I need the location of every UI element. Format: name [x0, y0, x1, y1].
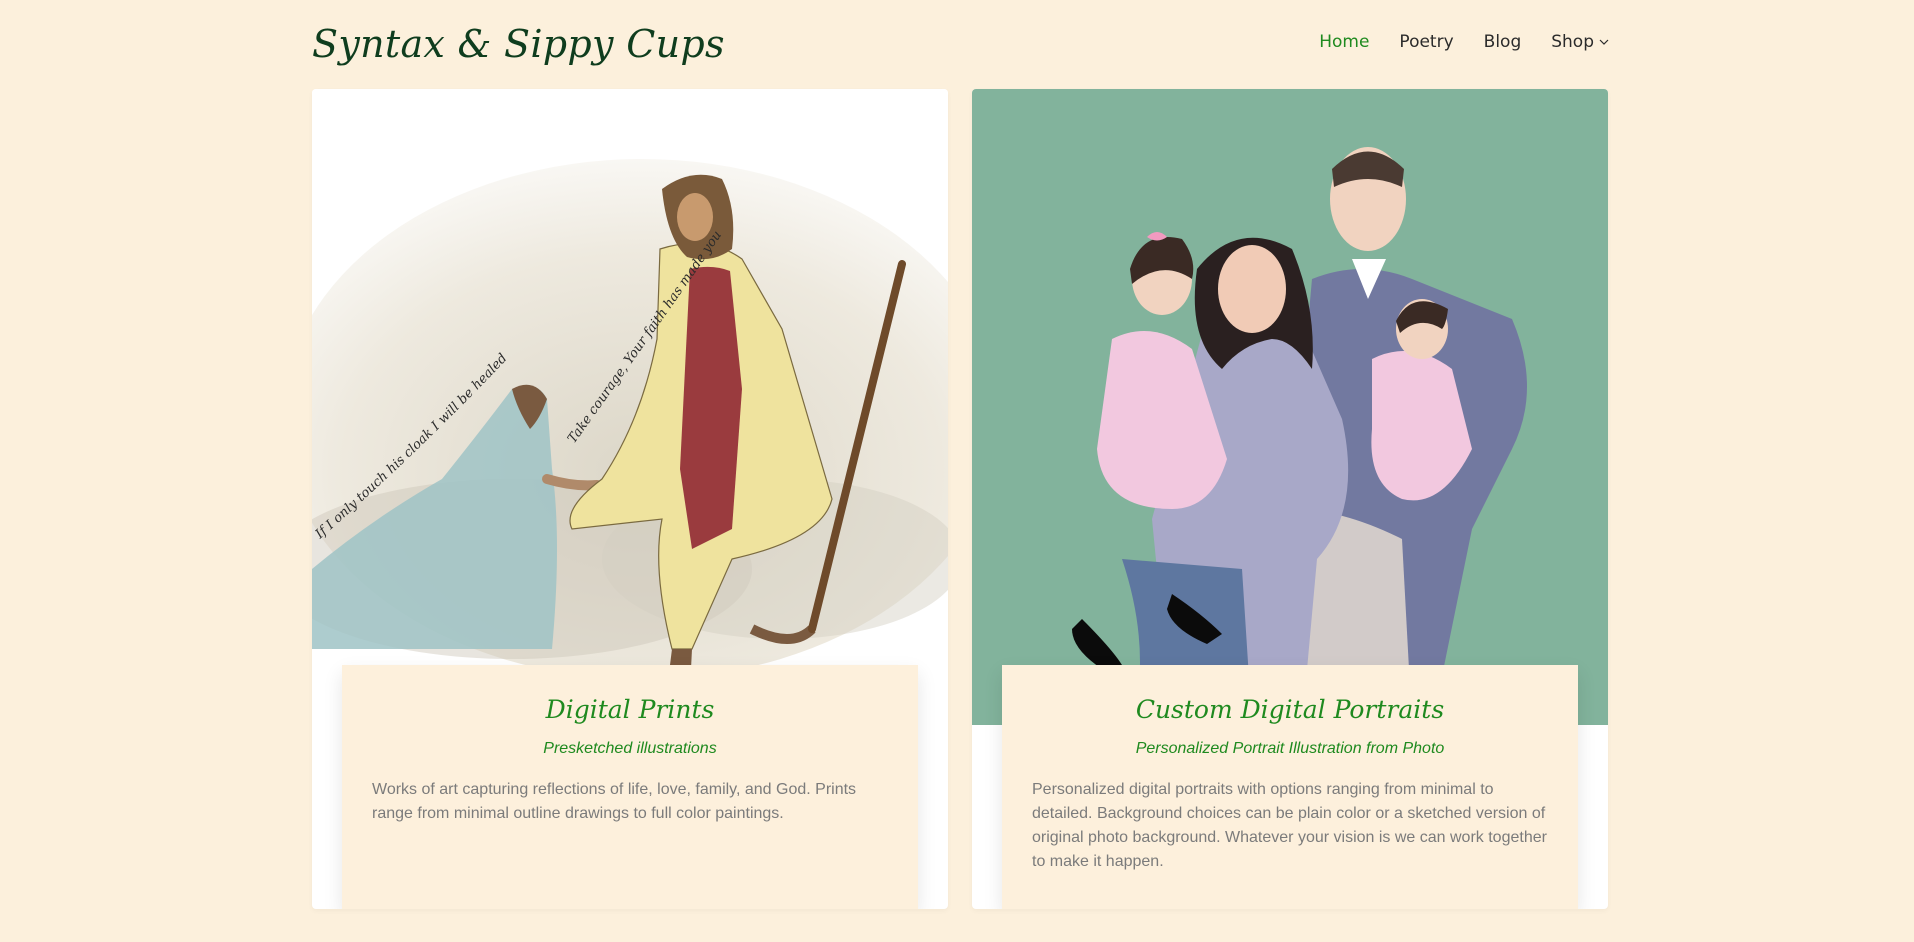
nav-poetry[interactable]: Poetry: [1399, 32, 1453, 52]
nav-home-label: Home: [1319, 32, 1370, 52]
card-description: Works of art capturing reflections of li…: [372, 781, 857, 822]
digital-prints-card[interactable]: If I only touch his cloak I will be heal…: [312, 89, 948, 909]
nav-poetry-label: Poetry: [1399, 32, 1454, 52]
nav-home[interactable]: Home: [1319, 32, 1369, 52]
custom-portraits-image: [972, 89, 1608, 725]
card-description: Personalized digital portraits with opti…: [1032, 781, 1547, 870]
card-subtitle: Presketched illustrations: [543, 740, 717, 757]
custom-portraits-card[interactable]: Custom Digital Portraits Personalized Po…: [972, 89, 1608, 909]
card-title[interactable]: Custom Digital Portraits: [1032, 695, 1548, 724]
custom-portraits-info: Custom Digital Portraits Personalized Po…: [1002, 665, 1578, 909]
digital-prints-info: Digital Prints Presketched illustrations…: [342, 665, 918, 909]
jesus-illustration: If I only touch his cloak I will be heal…: [312, 89, 948, 725]
card-title[interactable]: Digital Prints: [372, 695, 888, 724]
main-nav: Home Poetry Blog Shop: [1319, 32, 1609, 52]
chevron-down-icon: [1599, 39, 1609, 45]
nav-shop-label: Shop: [1551, 32, 1594, 52]
nav-blog[interactable]: Blog: [1484, 32, 1522, 52]
digital-prints-image: If I only touch his cloak I will be heal…: [312, 89, 948, 725]
family-portrait-illustration: [972, 89, 1608, 725]
card-subtitle: Personalized Portrait Illustration from …: [1135, 740, 1445, 757]
site-logo[interactable]: Syntax & Sippy Cups: [312, 22, 725, 66]
nav-shop[interactable]: Shop: [1551, 32, 1609, 52]
nav-blog-label: Blog: [1483, 32, 1522, 52]
